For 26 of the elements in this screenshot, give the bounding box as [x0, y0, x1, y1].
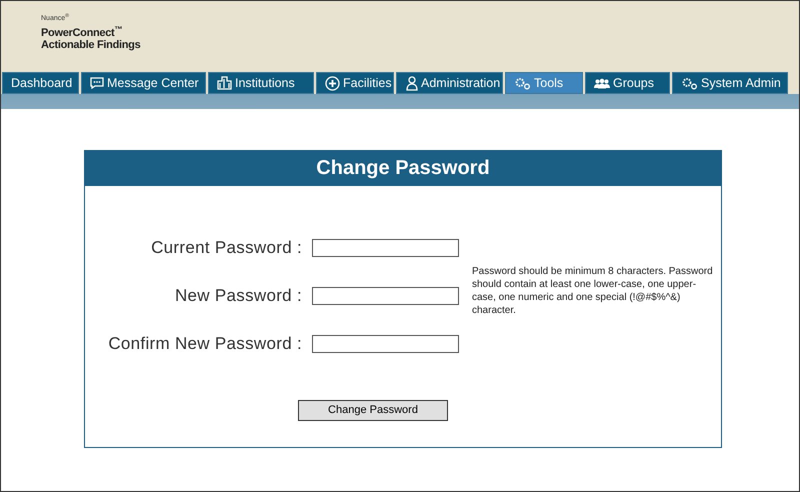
nav-tab[interactable]: Tools [505, 72, 583, 94]
form-title: Change Password [85, 151, 721, 186]
nav-tab[interactable]: Message Center [81, 72, 206, 94]
people-icon [594, 78, 610, 88]
change-password-button[interactable]: Change Password [298, 400, 448, 421]
field-label: New Password : [174, 285, 302, 308]
nav-tab[interactable]: Groups [585, 72, 670, 94]
password-hint: Password should be minimum 8 characters. Password should contain at least one lower-case, one upper-case, one numeric and one special (!@#$%^&) character. [471, 265, 714, 317]
password-field[interactable] [312, 239, 459, 257]
chat-icon [90, 77, 104, 89]
nav-tab[interactable]: Administration [396, 72, 503, 94]
password-field[interactable] [312, 335, 459, 353]
gears-icon [514, 76, 531, 90]
nav-tab[interactable]: Facilities [316, 72, 394, 94]
nav-tab[interactable]: Dashboard [2, 72, 79, 94]
product-subtitle: Actionable Findings [41, 39, 142, 51]
nav-tab[interactable]: System Admin [672, 72, 788, 94]
person-icon [405, 76, 418, 90]
password-field[interactable] [312, 287, 459, 305]
product-name: PowerConnect$^{™}$ [41, 27, 124, 39]
field-label: Confirm New Password : [108, 333, 302, 356]
building-icon [217, 76, 232, 90]
field-label: Current Password : [151, 237, 302, 260]
gears-icon [681, 76, 698, 90]
plus-circle-icon [325, 76, 340, 90]
nav-tab[interactable]: Institutions [208, 72, 314, 94]
